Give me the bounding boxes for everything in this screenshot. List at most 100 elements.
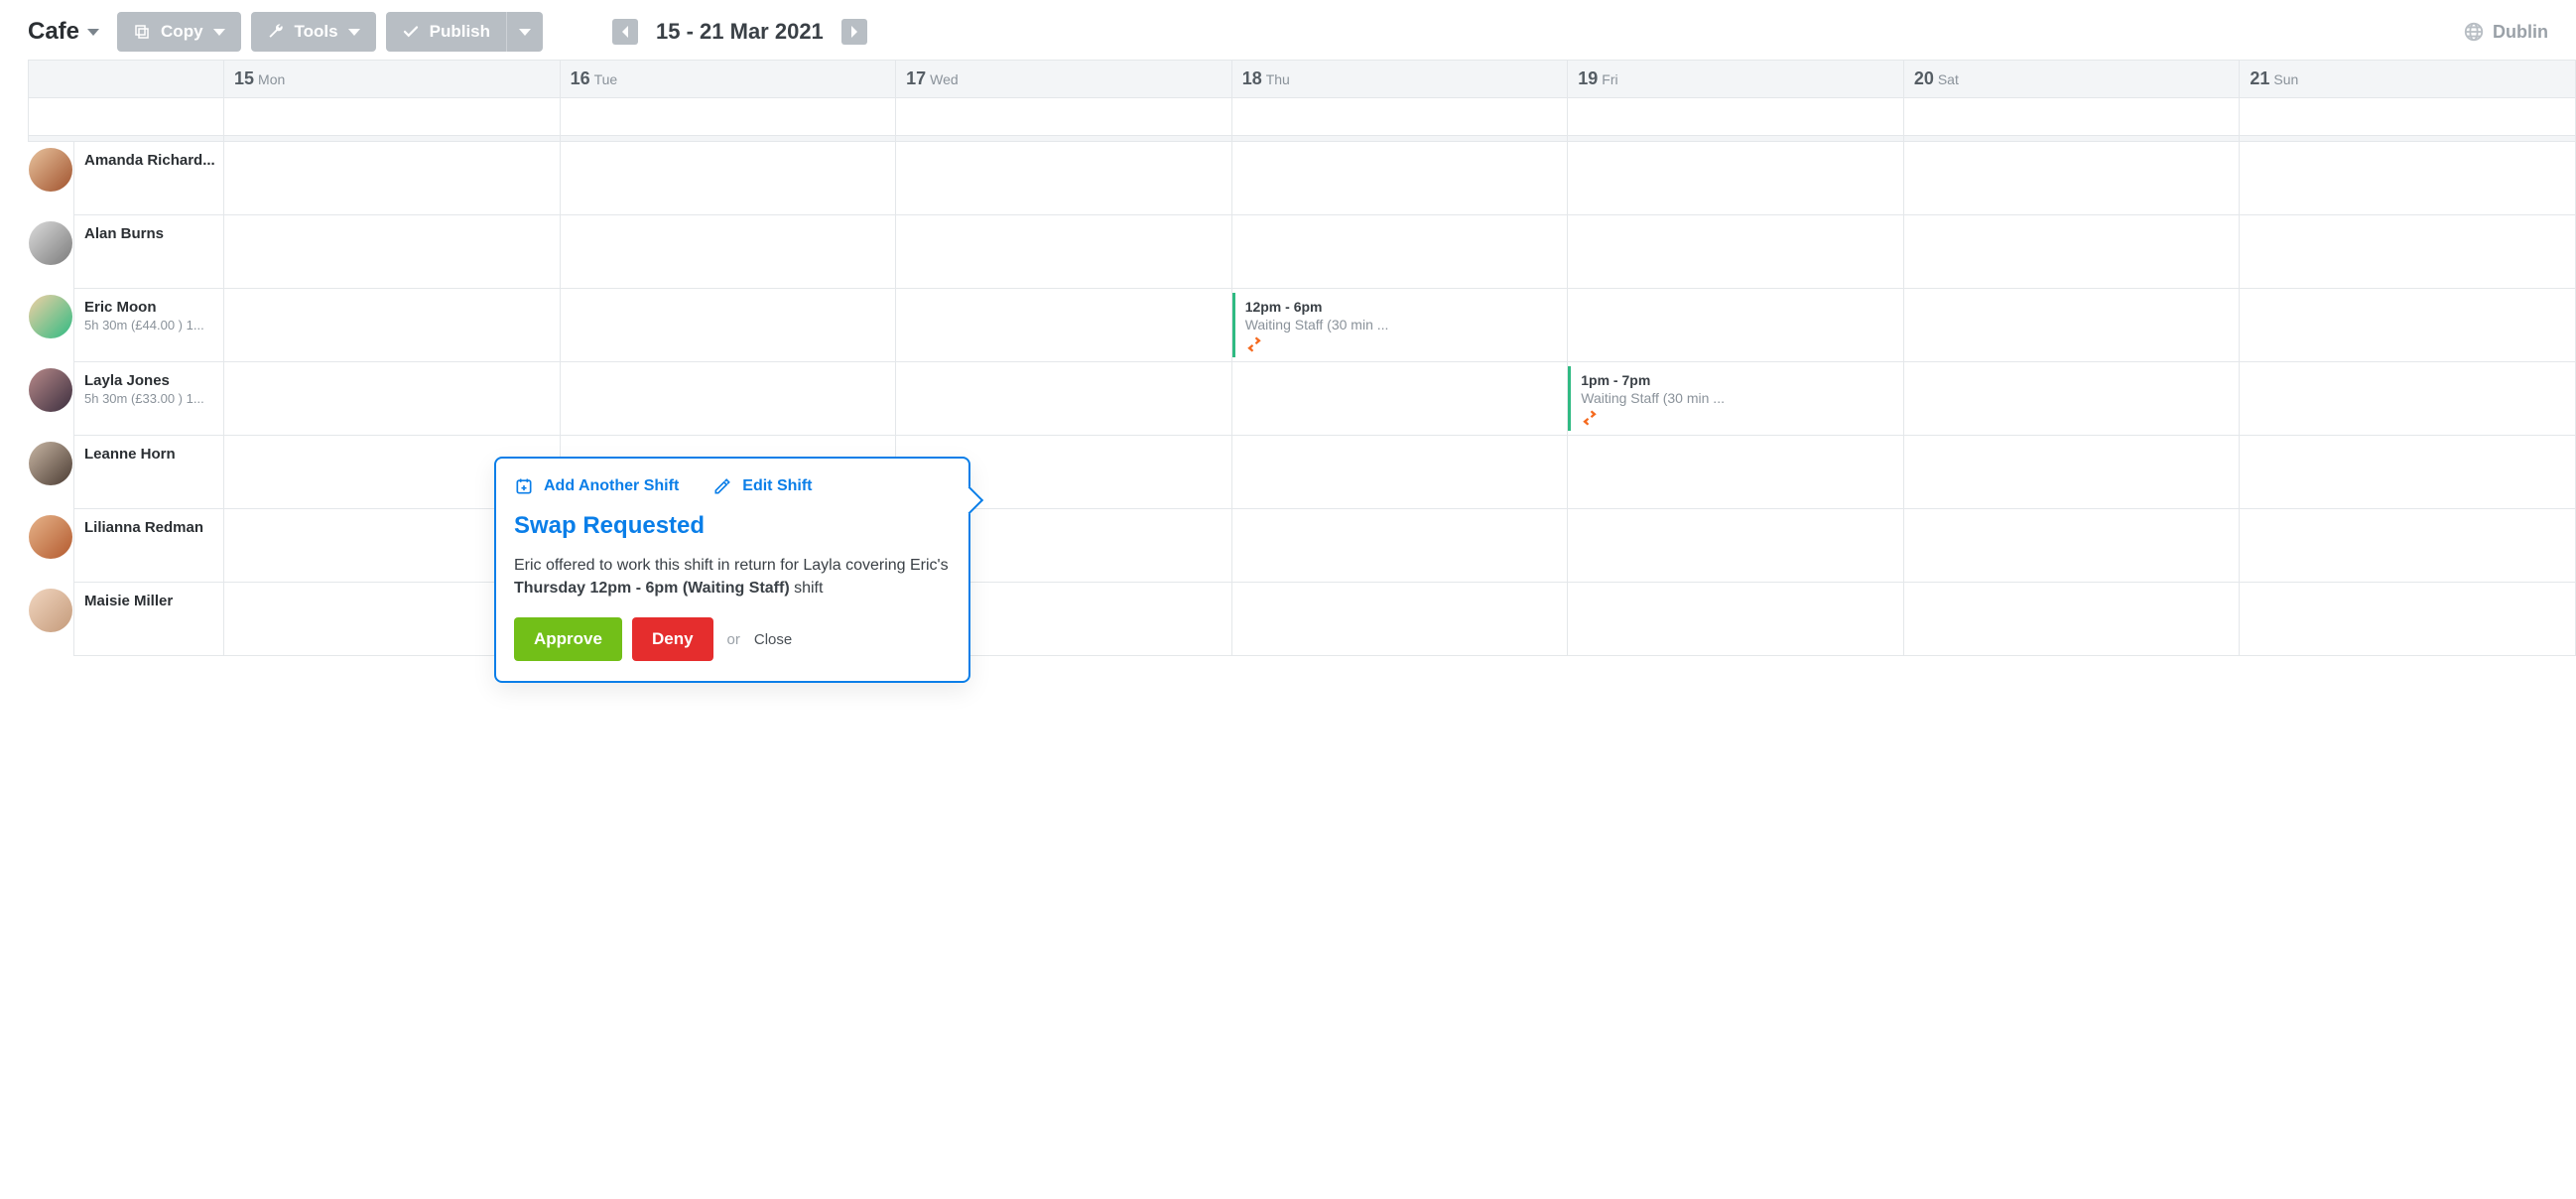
schedule-cell[interactable] <box>1904 583 2241 656</box>
schedule-cell[interactable] <box>2240 362 2576 436</box>
schedule-cell[interactable] <box>1568 142 1904 215</box>
schedule-cell[interactable] <box>1568 289 1904 362</box>
location-name: Cafe <box>28 18 79 46</box>
schedule-cell[interactable] <box>561 215 897 289</box>
shift-block[interactable]: 12pm - 6pmWaiting Staff (30 min ... <box>1232 293 1566 357</box>
schedule-cell[interactable] <box>896 215 1232 289</box>
avatar[interactable] <box>29 368 72 412</box>
shift-block[interactable]: 1pm - 7pmWaiting Staff (30 min ... <box>1568 366 1901 431</box>
tools-button[interactable]: Tools <box>251 12 376 52</box>
schedule-cell[interactable] <box>1232 362 1569 436</box>
close-link[interactable]: Close <box>754 631 792 648</box>
staff-name-cell[interactable]: Alan Burns <box>73 215 224 289</box>
avatar[interactable] <box>29 221 72 265</box>
staff-name-cell[interactable]: Layla Jones5h 30m (£33.00 ) 1... <box>73 362 224 436</box>
avatar[interactable] <box>29 515 72 559</box>
deny-button[interactable]: Deny <box>632 617 713 661</box>
schedule-cell[interactable] <box>561 289 897 362</box>
schedule-cell[interactable] <box>1904 142 2241 215</box>
schedule-cell[interactable] <box>1904 362 2241 436</box>
prev-week-button[interactable] <box>612 19 638 45</box>
day-header[interactable]: 20Sat <box>1904 60 2241 98</box>
schedule-cell[interactable] <box>1232 142 1569 215</box>
schedule-cell[interactable] <box>2240 583 2576 656</box>
schedule-cell[interactable] <box>896 289 1232 362</box>
add-another-shift-link[interactable]: Add Another Shift <box>514 476 679 496</box>
schedule-cell[interactable] <box>1568 436 1904 509</box>
popover-body: Eric offered to work this shift in retur… <box>514 554 951 600</box>
approve-button[interactable]: Approve <box>514 617 622 661</box>
chevron-right-icon <box>849 26 859 38</box>
publish-button[interactable]: Publish <box>386 12 506 52</box>
staff-name-cell[interactable]: Lilianna Redman <box>73 509 224 583</box>
day-name: Mon <box>258 71 285 87</box>
schedule-cell[interactable] <box>224 215 561 289</box>
next-week-button[interactable] <box>841 19 867 45</box>
staff-name-cell[interactable]: Eric Moon5h 30m (£44.00 ) 1... <box>73 289 224 362</box>
schedule-cell[interactable] <box>224 362 561 436</box>
staff-name: Lilianna Redman <box>84 519 217 536</box>
staff-row: Alan Burns <box>28 215 2576 289</box>
schedule-cell[interactable]: 1pm - 7pmWaiting Staff (30 min ... <box>1568 362 1904 436</box>
schedule-cell[interactable]: 12pm - 6pmWaiting Staff (30 min ... <box>1232 289 1569 362</box>
day-name: Fri <box>1602 71 1617 87</box>
timezone-indicator[interactable]: Dublin <box>2463 21 2548 43</box>
schedule-cell[interactable] <box>1904 509 2241 583</box>
schedule-cell[interactable] <box>561 142 897 215</box>
staff-name-cell[interactable]: Maisie Miller <box>73 583 224 656</box>
schedule-cell[interactable] <box>1568 509 1904 583</box>
avatar[interactable] <box>29 295 72 338</box>
staff-name-cell[interactable]: Amanda Richard... <box>73 142 224 215</box>
schedule-cell[interactable] <box>1904 436 2241 509</box>
popover-title: Swap Requested <box>514 512 951 540</box>
calendar-plus-icon <box>514 476 534 496</box>
staff-name: Layla Jones <box>84 372 217 389</box>
schedule-cell[interactable] <box>1568 215 1904 289</box>
day-header[interactable]: 18Thu <box>1232 60 1569 98</box>
avatar-cell <box>28 362 73 436</box>
edit-shift-link[interactable]: Edit Shift <box>712 476 812 496</box>
day-header[interactable]: 15Mon <box>224 60 561 98</box>
schedule-cell[interactable] <box>2240 289 2576 362</box>
schedule-cell[interactable] <box>2240 215 2576 289</box>
staff-row: Leanne Horn <box>28 436 2576 509</box>
day-header[interactable]: 21Sun <box>2240 60 2576 98</box>
day-number: 21 <box>2250 68 2269 88</box>
week-navigator: 15 - 21 Mar 2021 <box>612 19 867 45</box>
schedule-cell[interactable] <box>1232 436 1569 509</box>
location-picker[interactable]: Cafe <box>28 18 107 46</box>
day-header[interactable]: 19Fri <box>1568 60 1904 98</box>
copy-button[interactable]: Copy <box>117 12 241 52</box>
schedule-cell[interactable] <box>1904 289 2241 362</box>
avatar-cell <box>28 436 73 509</box>
week-range-label: 15 - 21 Mar 2021 <box>656 19 824 45</box>
schedule-cell[interactable] <box>896 142 1232 215</box>
schedule-cell[interactable] <box>2240 436 2576 509</box>
schedule-cell[interactable] <box>224 142 561 215</box>
staff-name: Leanne Horn <box>84 446 217 463</box>
caret-down-icon <box>519 29 531 36</box>
schedule-cell[interactable] <box>224 289 561 362</box>
day-header[interactable]: 17Wed <box>896 60 1232 98</box>
staff-meta: 5h 30m (£44.00 ) 1... <box>84 318 217 333</box>
schedule-cell[interactable] <box>1232 583 1569 656</box>
avatar[interactable] <box>29 148 72 192</box>
schedule-cell[interactable] <box>1568 583 1904 656</box>
schedule-cell[interactable] <box>561 362 897 436</box>
schedule-cell[interactable] <box>2240 142 2576 215</box>
schedule-cell[interactable] <box>896 362 1232 436</box>
staff-row: Maisie Miller <box>28 583 2576 656</box>
schedule-cell[interactable] <box>1904 215 2241 289</box>
schedule-cell[interactable] <box>1232 215 1569 289</box>
schedule-cell[interactable] <box>2240 509 2576 583</box>
staff-name-cell[interactable]: Leanne Horn <box>73 436 224 509</box>
publish-dropdown-button[interactable] <box>506 12 543 52</box>
caret-down-icon <box>87 29 99 36</box>
avatar[interactable] <box>29 589 72 632</box>
day-header[interactable]: 16Tue <box>561 60 897 98</box>
avatar[interactable] <box>29 442 72 485</box>
schedule-cell[interactable] <box>1232 509 1569 583</box>
shift-time: 12pm - 6pm <box>1245 299 1558 315</box>
swap-icon <box>1581 410 1893 429</box>
day-number: 15 <box>234 68 254 88</box>
